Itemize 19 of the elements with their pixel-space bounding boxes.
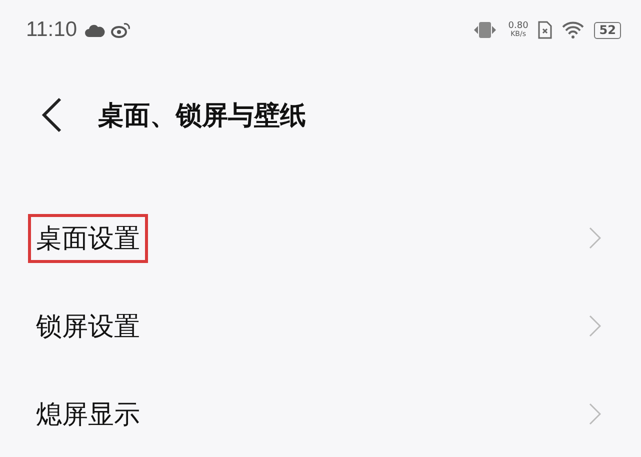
page-title: 桌面、锁屏与壁纸 xyxy=(98,100,306,132)
settings-row[interactable]: 锁屏设置 xyxy=(0,282,641,370)
row-label: 熄屏显示 xyxy=(35,398,141,432)
sim-card-icon xyxy=(538,21,552,39)
settings-row[interactable]: 桌面设置 xyxy=(0,194,641,282)
eye-icon xyxy=(111,22,131,38)
back-button[interactable] xyxy=(40,97,64,133)
chevron-right-icon xyxy=(589,227,601,249)
cloud-icon xyxy=(85,22,105,38)
row-label: 锁屏设置 xyxy=(35,310,141,344)
wifi-icon xyxy=(562,21,584,39)
network-speed: 0.80 xyxy=(508,22,528,31)
phone-vibrate-icon xyxy=(472,21,498,39)
battery-indicator: 52 xyxy=(594,22,621,38)
highlighted-label: 桌面设置 xyxy=(28,214,148,262)
chevron-right-icon xyxy=(589,315,601,337)
settings-row[interactable]: 熄屏显示 xyxy=(0,370,641,457)
clock: 11:10 xyxy=(26,18,77,42)
chevron-right-icon xyxy=(589,403,601,425)
